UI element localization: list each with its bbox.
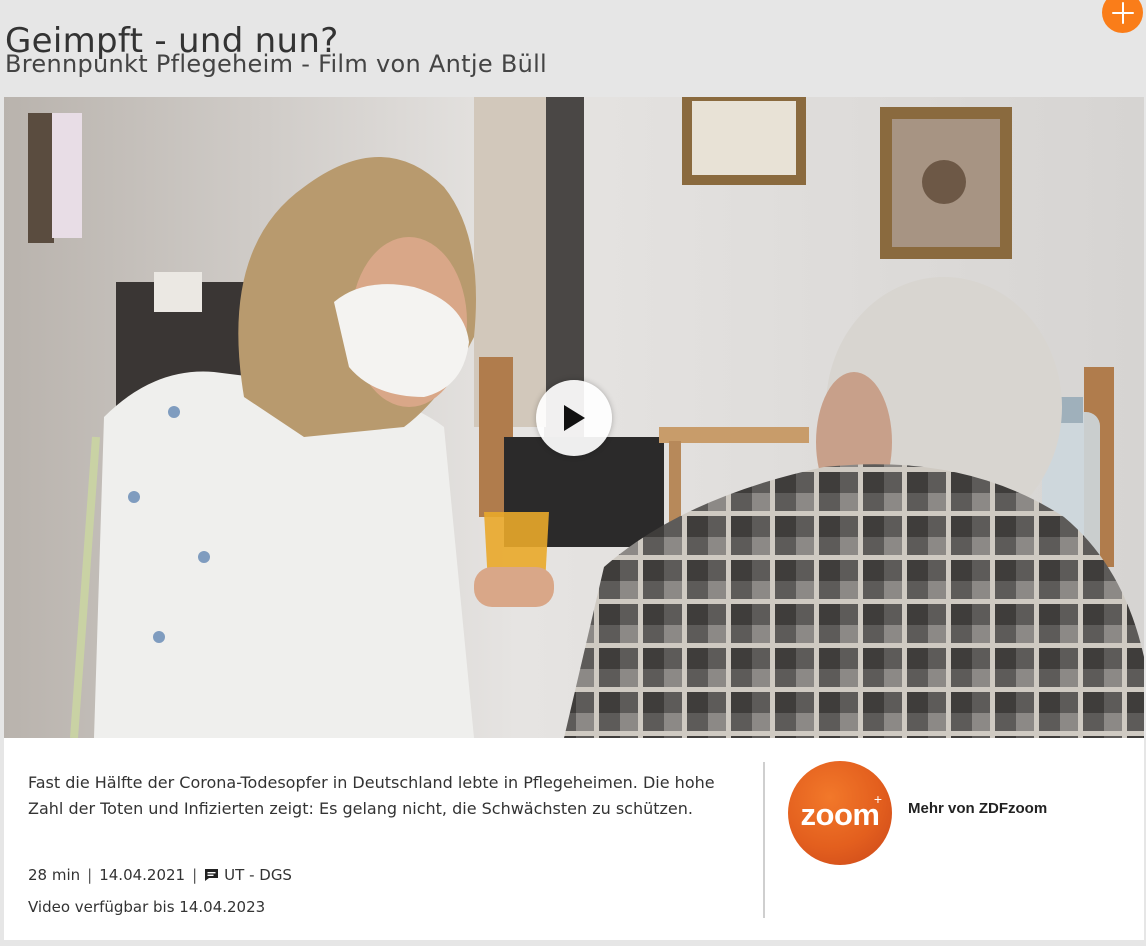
divider [763, 762, 765, 918]
play-icon [564, 405, 585, 431]
video-description: Fast die Hälfte der Corona-Todesopfer in… [28, 773, 715, 818]
meta-separator: | [192, 866, 198, 884]
broadcast-date: 14.04.2021 [99, 866, 186, 884]
logo-plus: + [873, 791, 882, 807]
video-info-panel: Fast die Hälfte der Corona-Todesopfer in… [4, 738, 1144, 940]
plus-icon [1111, 1, 1134, 24]
logo-text: zoom [800, 797, 880, 832]
zdfzoom-logo[interactable]: zoom + [788, 761, 892, 865]
meta-separator: | [87, 866, 93, 884]
more-from-channel-link[interactable]: Mehr von ZDFzoom [908, 800, 1047, 817]
play-button[interactable] [536, 380, 612, 456]
video-subtitle: Brennpunkt Pflegeheim - Film von Antje B… [5, 50, 548, 78]
video-player[interactable] [4, 97, 1144, 738]
availability-text: Video verfügbar bis 14.04.2023 [28, 898, 266, 916]
accessibility-options: UT - DGS [224, 866, 292, 884]
video-meta: 28 min | 14.04.2021 | UT - DGS [28, 866, 292, 884]
subtitles-icon [205, 869, 219, 881]
duration: 28 min [28, 866, 81, 884]
add-to-list-button[interactable] [1102, 0, 1143, 33]
